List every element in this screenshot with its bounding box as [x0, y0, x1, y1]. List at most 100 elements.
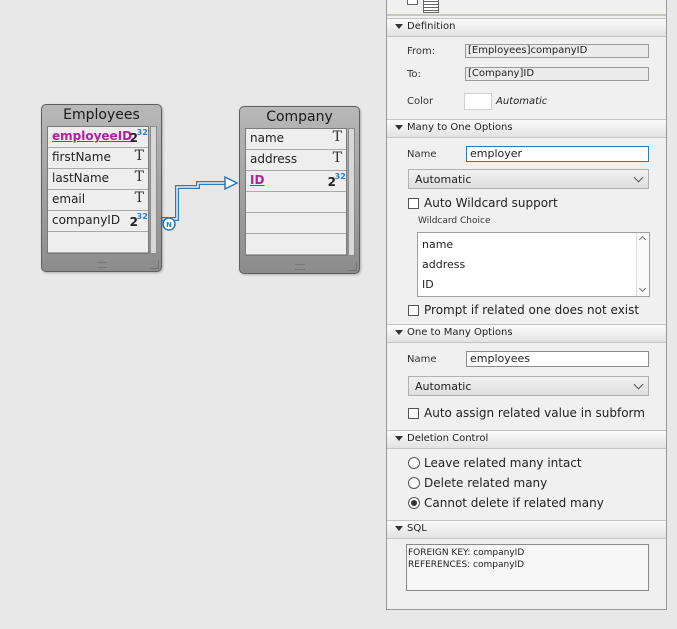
collapse-triangle-icon: [395, 526, 403, 531]
many-to-one-name-label: Name: [407, 149, 437, 160]
structure-canvas[interactable]: N Employees employeeID 2 32 firstName TlastN…: [0, 0, 386, 629]
color-label: Color: [407, 96, 434, 107]
section-definition-header[interactable]: Definition: [387, 18, 666, 37]
field-row[interactable]: address T: [246, 150, 346, 171]
radio-cannot-delete-label: Cannot delete if related many: [424, 496, 604, 510]
number-type-exponent: 32: [334, 172, 346, 181]
field-row[interactable]: [246, 192, 346, 213]
one-to-many-name-input[interactable]: employees: [466, 351, 649, 367]
number-type-exponent: 32: [136, 128, 148, 137]
table-employees[interactable]: Employees employeeID 2 32 firstName TlastNam…: [41, 104, 162, 272]
radio-leave-intact[interactable]: [408, 457, 420, 469]
chevron-down-icon: [633, 172, 644, 183]
field-row[interactable]: [246, 234, 346, 255]
table-view-icon[interactable]: [423, 0, 439, 13]
text-type-glyph: T: [332, 150, 342, 166]
section-one-to-many-header[interactable]: One to Many Options: [387, 324, 666, 343]
section-sql-title: SQL: [407, 523, 427, 534]
table-company-title: Company: [266, 109, 333, 125]
section-many-to-one-header[interactable]: Many to One Options: [387, 119, 666, 138]
number-type-exponent: 32: [136, 212, 148, 221]
collapse-triangle-icon: [395, 330, 403, 335]
section-many-to-one-title: Many to One Options: [407, 122, 513, 133]
sql-text-box[interactable]: FOREIGN KEY: companyID REFERENCES: compa…: [406, 544, 649, 591]
auto-wildcard-checkbox[interactable]: [408, 198, 419, 209]
field-name: ID: [250, 173, 265, 187]
text-type-glyph: T: [134, 148, 144, 164]
radio-cannot-delete[interactable]: [408, 497, 420, 509]
field-name: name: [250, 131, 285, 145]
list-item[interactable]: name: [422, 238, 453, 251]
field-name: companyID: [52, 213, 121, 227]
text-type-icon: T: [333, 129, 342, 145]
many-to-one-select-value: Automatic: [415, 173, 472, 186]
resize-handle-icon[interactable]: [150, 260, 159, 269]
list-item[interactable]: address: [422, 258, 465, 271]
many-to-one-name-input[interactable]: employer: [466, 146, 649, 162]
one-to-many-select[interactable]: Automatic: [408, 376, 649, 396]
one-to-many-select-value: Automatic: [415, 380, 472, 393]
list-item[interactable]: ID: [422, 278, 434, 291]
table-company[interactable]: Company name Taddress T ID 2 32: [239, 106, 360, 274]
collapse-triangle-icon: [395, 436, 403, 441]
field-name: address: [250, 152, 298, 166]
prompt-related-label: Prompt if related one does not exist: [424, 303, 640, 317]
field-row[interactable]: companyID 2 32: [48, 211, 148, 232]
auto-assign-checkbox[interactable]: [408, 408, 419, 419]
field-row[interactable]: [48, 232, 148, 253]
prompt-related-checkbox[interactable]: [408, 305, 419, 316]
field-name: lastName: [52, 171, 110, 185]
field-row[interactable]: [246, 213, 346, 234]
radio-delete-many[interactable]: [408, 477, 420, 489]
list-scrollbar[interactable]: [636, 233, 649, 296]
chevron-down-icon: [633, 379, 644, 390]
collapse-triangle-icon: [395, 24, 403, 29]
relation-inspector-panel: Definition From: [Employees]companyID To…: [386, 0, 667, 610]
number-type-icon: 2 32: [130, 128, 148, 145]
number-type-icon: 2 32: [130, 212, 148, 229]
field-row[interactable]: employeeID 2 32: [48, 127, 148, 148]
wildcard-choice-list[interactable]: name address ID: [417, 232, 650, 297]
section-deletion-header[interactable]: Deletion Control: [387, 430, 666, 449]
field-name: email: [52, 192, 86, 206]
section-definition-title: Definition: [407, 21, 456, 32]
field-row[interactable]: name T: [246, 129, 346, 150]
text-type-icon: T: [135, 190, 144, 206]
to-label: To:: [407, 69, 421, 80]
number-type-glyph: 2 32: [130, 212, 148, 229]
field-row[interactable]: email T: [48, 190, 148, 211]
text-type-glyph: T: [134, 169, 144, 185]
wildcard-choice-label: Wildcard Choice: [418, 216, 491, 226]
number-type-icon: 2 32: [328, 172, 346, 189]
text-type-icon: T: [135, 169, 144, 185]
one-to-many-name-label: Name: [407, 354, 437, 365]
from-field: [Employees]companyID: [465, 44, 649, 58]
many-to-one-select[interactable]: Automatic: [408, 169, 649, 189]
section-one-to-many-title: One to Many Options: [407, 327, 513, 338]
field-name: firstName: [52, 150, 111, 164]
field-row[interactable]: firstName T: [48, 148, 148, 169]
table-company-scrollbar[interactable]: [348, 128, 355, 256]
color-swatch[interactable]: [464, 93, 492, 110]
text-type-glyph: T: [134, 190, 144, 206]
table-employees-scrollbar[interactable]: [150, 126, 157, 254]
checkbox-tool-icon[interactable]: [407, 0, 418, 5]
auto-assign-label: Auto assign related value in subform: [424, 406, 645, 420]
table-grip-icon[interactable]: [294, 264, 305, 270]
field-row[interactable]: ID 2 32: [246, 171, 346, 192]
table-grip-icon[interactable]: [96, 262, 107, 268]
field-row[interactable]: lastName T: [48, 169, 148, 190]
relation-badge-n: N: [166, 221, 172, 229]
scroll-down-icon[interactable]: [638, 284, 647, 293]
text-type-icon: T: [135, 148, 144, 164]
from-label: From:: [407, 46, 436, 57]
resize-handle-icon[interactable]: [348, 262, 357, 271]
to-field: [Company]ID: [465, 67, 649, 81]
table-employees-title: Employees: [63, 107, 140, 123]
text-type-glyph: T: [332, 129, 342, 145]
number-type-glyph: 2 32: [130, 128, 148, 145]
field-name: employeeID: [52, 129, 133, 143]
scroll-up-icon[interactable]: [638, 235, 647, 244]
section-sql-header[interactable]: SQL: [387, 520, 666, 539]
radio-delete-many-label: Delete related many: [424, 476, 548, 490]
